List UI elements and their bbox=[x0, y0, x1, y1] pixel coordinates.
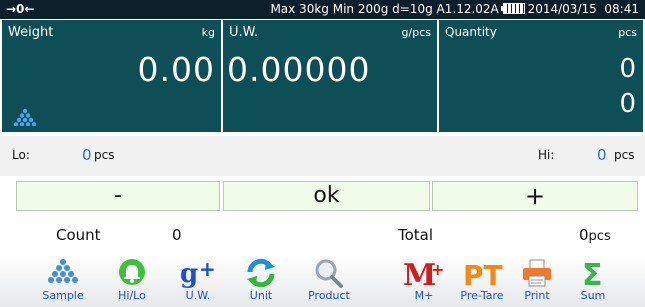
total-value: 0pcs bbox=[579, 226, 611, 244]
quantity-secondary-value: 0 bbox=[619, 89, 637, 119]
svg-text:+: + bbox=[199, 258, 216, 281]
weight-value: 0.00 bbox=[137, 50, 215, 89]
quantity-panel: Quantity pcs 0 0 bbox=[439, 20, 643, 132]
pyramid-icon bbox=[48, 259, 78, 283]
svg-text:g: g bbox=[180, 259, 198, 288]
lo-value[interactable]: 0 bbox=[82, 146, 92, 164]
unit-label: Unit bbox=[249, 289, 273, 302]
function-toolbar: Sample Hi/Lo g + U.W. Unit Product M + M… bbox=[0, 256, 645, 307]
stable-indicator-icon bbox=[13, 108, 37, 126]
battery-icon bbox=[500, 3, 525, 14]
mplus-icon: M + bbox=[403, 258, 444, 288]
lo-unit: pcs bbox=[94, 148, 115, 162]
total-unit: pcs bbox=[588, 229, 611, 244]
sum-label: Sum bbox=[580, 289, 606, 302]
uw-label: U.W. bbox=[229, 25, 259, 40]
uw-label: U.W. bbox=[185, 289, 211, 302]
weight-panel: Weight kg 0.00 bbox=[2, 20, 221, 132]
uw-unit: g/pcs bbox=[401, 26, 431, 39]
uw-value: 0.00000 bbox=[227, 50, 371, 89]
plus-button[interactable]: + bbox=[432, 181, 638, 211]
hi-unit: pcs bbox=[614, 148, 635, 162]
minus-button[interactable]: - bbox=[16, 181, 220, 211]
ok-button[interactable]: ok bbox=[223, 181, 430, 211]
status-time: 08:41 bbox=[604, 2, 639, 16]
scale-spec: Max 30kg Min 200g d=10g A1.12.02A bbox=[270, 2, 499, 16]
status-date: 2014/03/15 bbox=[527, 2, 597, 16]
count-value: 0 bbox=[172, 226, 182, 244]
svg-text:Σ: Σ bbox=[582, 258, 603, 288]
product-button[interactable]: Product bbox=[294, 256, 364, 307]
hi-value[interactable]: 0 bbox=[597, 146, 607, 164]
unit-button[interactable]: Unit bbox=[226, 256, 296, 307]
zero-indicator: →0← bbox=[6, 2, 35, 16]
hi-lo-button[interactable]: Hi/Lo bbox=[97, 256, 167, 307]
magnifier-icon bbox=[315, 259, 343, 288]
status-info: Max 30kg Min 200g d=10g A1.12.02A 2014/0… bbox=[270, 0, 639, 19]
gplus-icon: g + bbox=[180, 258, 216, 288]
status-bar: →0← Max 30kg Min 200g d=10g A1.12.02A 20… bbox=[0, 0, 645, 19]
lo-label: Lo: bbox=[12, 148, 30, 162]
svg-text:PT: PT bbox=[463, 259, 503, 288]
weight-unit: kg bbox=[201, 26, 215, 39]
pt-icon: PT bbox=[463, 259, 503, 288]
quantity-value: 0 bbox=[619, 54, 637, 84]
unit-weight-panel: U.W. g/pcs 0.00000 bbox=[223, 20, 437, 132]
weight-label: Weight bbox=[8, 25, 54, 40]
sample-button[interactable]: Sample bbox=[28, 256, 98, 307]
count-label: Count bbox=[56, 226, 101, 244]
total-label: Total bbox=[398, 226, 434, 244]
printer-icon bbox=[523, 259, 551, 287]
uw-button[interactable]: g + U.W. bbox=[163, 256, 233, 307]
quantity-label: Quantity bbox=[445, 25, 497, 39]
sigma-icon: Σ bbox=[582, 258, 603, 288]
bell-icon bbox=[119, 259, 145, 285]
product-label: Product bbox=[308, 289, 350, 302]
sum-button[interactable]: Σ Sum bbox=[558, 256, 628, 307]
quantity-unit: pcs bbox=[618, 26, 637, 39]
hi-lo-label: Hi/Lo bbox=[118, 289, 146, 302]
total-number: 0 bbox=[579, 226, 589, 244]
svg-text:+: + bbox=[431, 260, 444, 279]
refresh-icon bbox=[247, 258, 275, 288]
limits-row: Lo: 0 pcs Hi: 0 pcs bbox=[0, 136, 645, 176]
hi-label: Hi: bbox=[538, 148, 555, 162]
sample-label: Sample bbox=[42, 289, 84, 302]
